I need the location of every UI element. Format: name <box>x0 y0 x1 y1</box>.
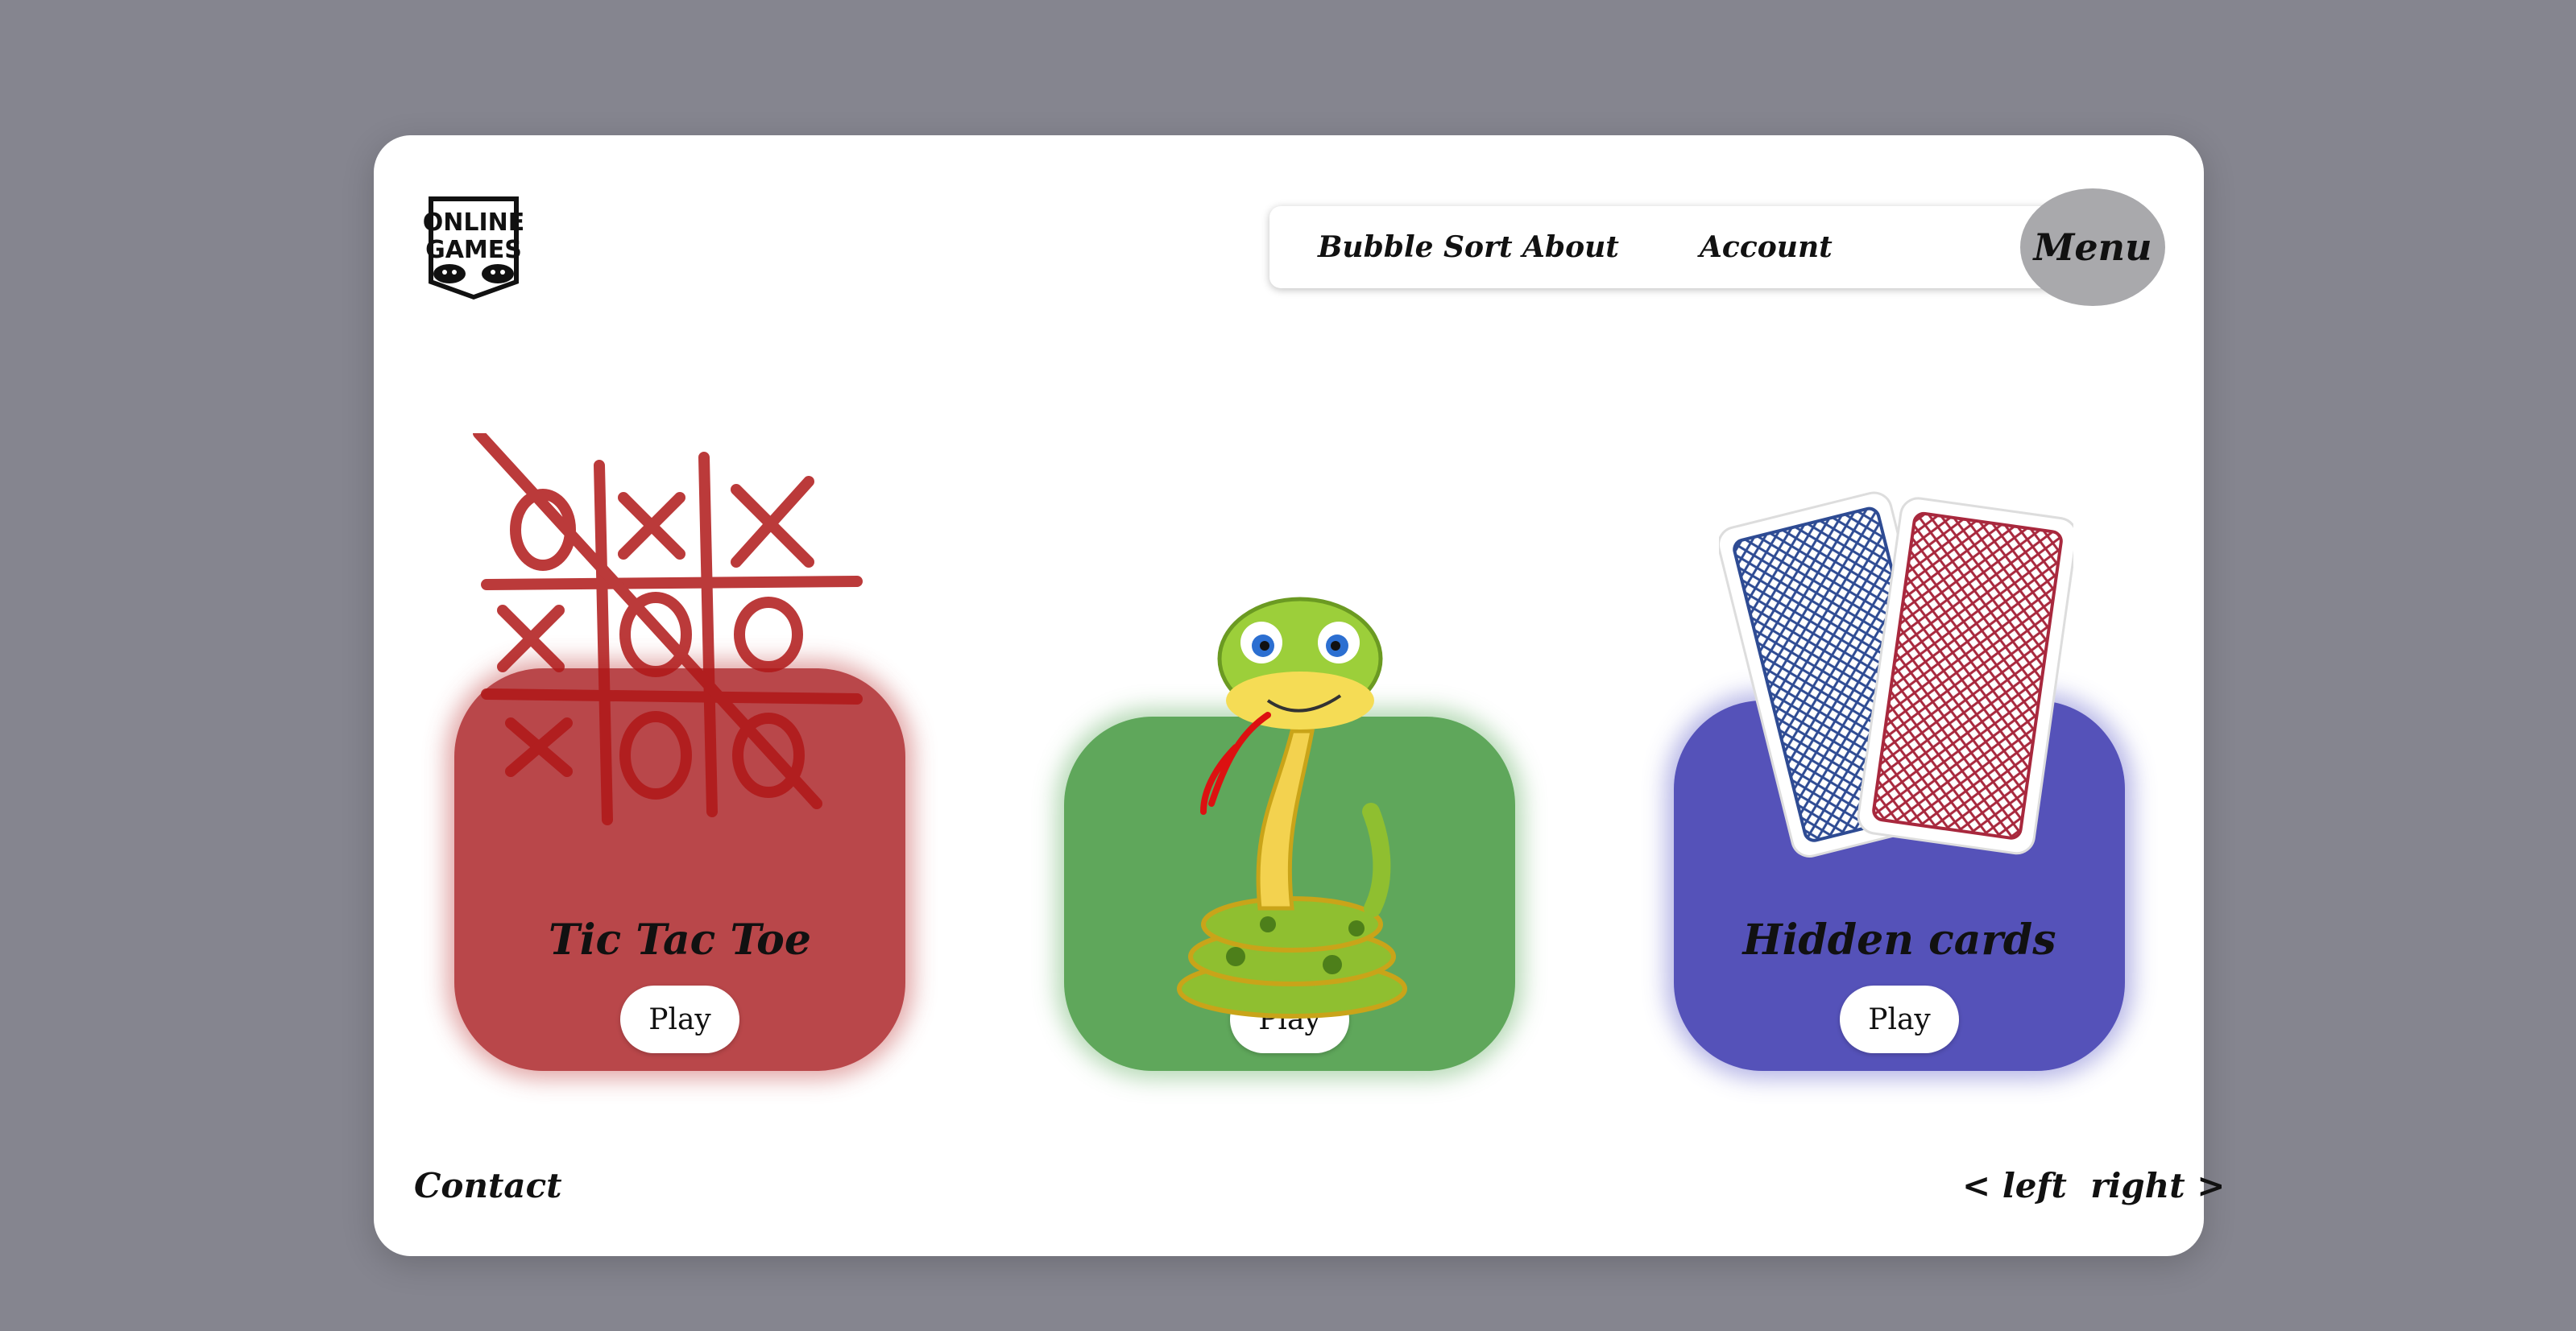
online-games-logo[interactable]: ONLINE GAMES <box>422 188 525 301</box>
nav-item-account[interactable]: Account <box>1700 227 1833 267</box>
play-tic-tac-toe-button[interactable]: Play <box>620 986 739 1053</box>
carousel-left-button[interactable]: < left <box>1962 1166 2067 1205</box>
tic-tac-toe-icon <box>473 433 863 825</box>
svg-text:ONLINE: ONLINE <box>423 209 525 237</box>
nav-item-bubble-sort[interactable]: Bubble Sort <box>1318 227 1513 267</box>
play-hidden-cards-button[interactable]: Play <box>1840 986 1959 1053</box>
menu-button[interactable]: Menu <box>2020 188 2165 306</box>
card-title: Hidden cards <box>1742 916 2056 965</box>
top-nav: Bubble Sort About Account <box>1269 206 2075 288</box>
playing-cards-icon <box>1719 491 2073 858</box>
carousel-right-button[interactable]: right > <box>2090 1166 2225 1205</box>
main-window: ONLINE GAMES Bubble Sort About Account M… <box>374 135 2225 1256</box>
contact-link[interactable]: Contact <box>414 1166 562 1205</box>
card-title: Tic Tac Toe <box>549 916 811 965</box>
svg-text:GAMES: GAMES <box>425 236 522 264</box>
nav-item-about[interactable]: About <box>1522 227 1619 267</box>
carousel-nav: < left right > <box>1962 1166 2225 1205</box>
snake-icon <box>1177 597 1407 1019</box>
